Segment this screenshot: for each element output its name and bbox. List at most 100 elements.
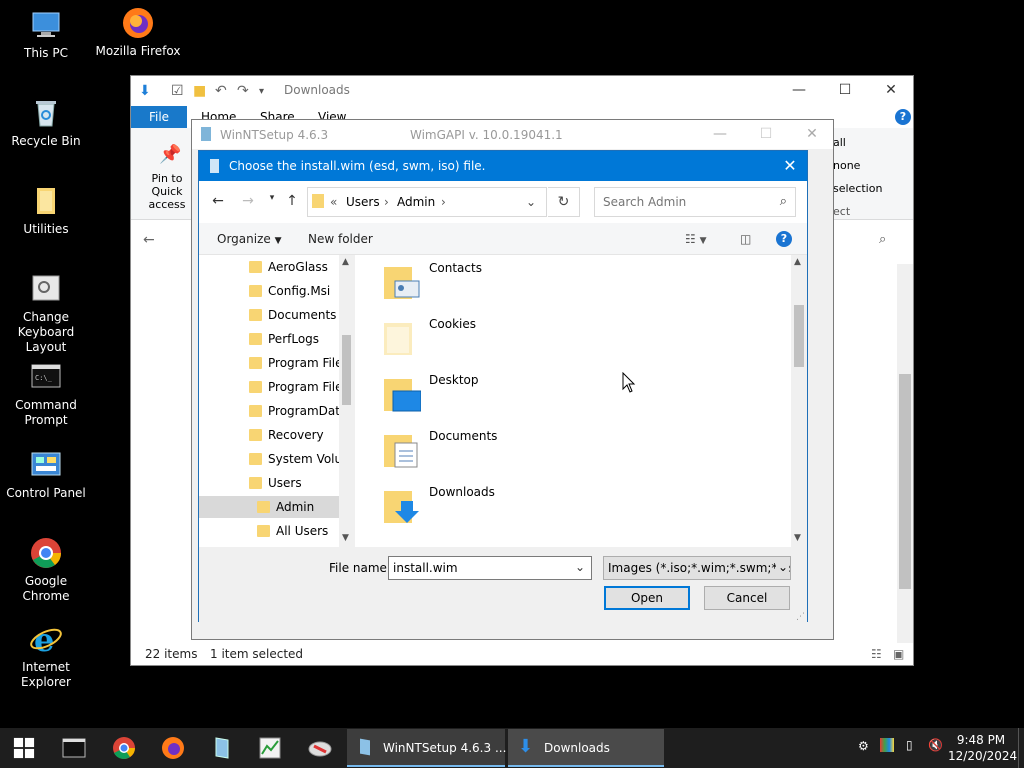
forward-button[interactable]: → — [239, 193, 257, 211]
tree-item[interactable]: System Volun — [199, 448, 339, 470]
command-prompt-icon[interactable] — [62, 736, 86, 760]
taskbar-clock[interactable]: 9:48 PM 12/20/2024 — [948, 732, 1017, 764]
desktop-icon-utilities[interactable]: Utilities — [0, 184, 92, 237]
redo-icon[interactable]: ↷ — [237, 83, 249, 99]
file-list[interactable]: Contacts Cookies Desktop Documents Downl… — [355, 255, 807, 547]
scrollbar-thumb[interactable] — [899, 374, 911, 589]
desktop-icon-internet-explorer[interactable]: e Internet Explorer — [0, 622, 92, 690]
winntsetup-close-button[interactable]: ✕ — [789, 120, 835, 150]
desktop-icon-control-panel[interactable]: Control Panel — [0, 448, 92, 501]
minimize-button[interactable]: — — [776, 76, 822, 106]
tree-item[interactable]: Program Files — [199, 376, 339, 398]
recent-locations-chevron-icon[interactable]: ▾ — [263, 193, 281, 211]
help-icon[interactable]: ? — [776, 231, 792, 247]
tree-item[interactable]: ProgramData — [199, 400, 339, 422]
list-item[interactable]: Desktop — [383, 371, 683, 421]
dialog-close-button[interactable]: ✕ — [773, 151, 807, 181]
volume-muted-icon[interactable]: 🔇 — [928, 738, 943, 752]
desktop-icon-command-prompt[interactable]: C:\_ Command Prompt — [0, 360, 92, 428]
scrollbar-thumb[interactable] — [794, 305, 804, 367]
up-button[interactable]: ↑ — [283, 193, 301, 211]
tree-item-selected[interactable]: Admin — [199, 496, 339, 518]
search-input[interactable] — [603, 194, 763, 210]
maximize-button[interactable]: ☐ — [822, 76, 868, 106]
refresh-button[interactable]: ↻ — [548, 187, 580, 217]
scroll-up-icon[interactable]: ▲ — [342, 257, 349, 267]
tree-item[interactable]: PerfLogs — [199, 328, 339, 350]
open-file-dialog[interactable]: Choose the install.wim (esd, swm, iso) f… — [198, 150, 808, 623]
search-icon[interactable]: ⌕ — [780, 194, 787, 209]
tree-item[interactable]: Config.Msi — [199, 280, 339, 302]
show-desktop-button[interactable] — [1018, 728, 1024, 768]
dialog-title-bar[interactable]: Choose the install.wim (esd, swm, iso) f… — [199, 151, 807, 181]
file-name-field[interactable]: ⌄ — [388, 556, 592, 580]
usb-eject-icon[interactable]: ▯ — [906, 738, 913, 752]
details-view-icon[interactable]: ☷ — [871, 647, 882, 661]
open-button[interactable]: Open — [604, 586, 690, 610]
tree-item[interactable]: Recovery — [199, 424, 339, 446]
back-button[interactable]: ← — [209, 193, 227, 211]
firefox-icon[interactable] — [161, 736, 185, 760]
desktop-icon-recycle-bin[interactable]: Recycle Bin — [0, 96, 92, 149]
view-options-icon[interactable]: ☷ ▼ — [685, 232, 707, 246]
winntsetup-title-bar[interactable]: WinNTSetup 4.6.3 WimGAPI v. 10.0.19041.1… — [192, 120, 833, 149]
desktop-icon-firefox[interactable]: Mozilla Firefox — [92, 6, 184, 59]
chrome-icon[interactable] — [112, 736, 136, 760]
tab-file[interactable]: File — [131, 106, 187, 128]
list-item[interactable]: Downloads — [383, 483, 683, 533]
chevron-down-icon[interactable]: ⌄ — [575, 560, 585, 574]
close-button[interactable]: ✕ — [868, 76, 914, 106]
explorer-title-bar[interactable]: ⬇ ☑ ■ ↶ ↷ ▾ Downloads — ☐ ✕ — [131, 76, 913, 106]
customize-chevron-icon[interactable]: ▾ — [259, 86, 264, 97]
list-item[interactable]: Cookies — [383, 315, 683, 365]
breadcrumb-users[interactable]: Users — [346, 195, 380, 209]
invert-selection-button[interactable]: selection — [833, 182, 882, 195]
resize-grip-icon[interactable]: ⋰ — [796, 612, 805, 622]
tree-item[interactable]: All Users — [199, 520, 339, 542]
tree-item[interactable]: Program Files — [199, 352, 339, 374]
winntsetup-maximize-button[interactable]: ☐ — [743, 120, 789, 150]
search-box[interactable]: ⌕ — [594, 187, 796, 217]
search-icon[interactable]: ⌕ — [879, 232, 886, 247]
display-icon[interactable] — [880, 738, 894, 752]
chart-tool-icon[interactable] — [258, 736, 282, 760]
back-arrow-icon[interactable]: ← — [143, 232, 155, 248]
preview-pane-icon[interactable]: ◫ — [740, 232, 751, 246]
address-bar[interactable]: « Users › Admin › ⌄ — [307, 187, 547, 217]
navigation-tree[interactable]: AeroGlass Config.Msi Documents a PerfLog… — [199, 255, 354, 547]
file-name-input[interactable] — [393, 561, 563, 575]
tree-item[interactable]: AeroGlass — [199, 256, 339, 278]
tree-item[interactable]: Users — [199, 472, 339, 494]
disk-tool-icon[interactable] — [308, 736, 332, 760]
tree-scrollbar[interactable]: ▲ ▼ — [339, 255, 354, 547]
taskbar-task-winntsetup[interactable]: WinNTSetup 4.6.3 ... — [347, 729, 506, 767]
scroll-down-icon[interactable]: ▼ — [794, 533, 801, 543]
tree-item[interactable]: Documents a — [199, 304, 339, 326]
organize-button[interactable]: Organize ▼ — [217, 232, 282, 246]
windows-start-icon[interactable] — [13, 737, 35, 759]
breadcrumb-prefix[interactable]: « — [330, 195, 337, 209]
list-item[interactable]: Contacts — [383, 259, 683, 309]
new-folder-button[interactable]: New folder — [308, 232, 373, 246]
address-dropdown-icon[interactable]: ⌄ — [526, 195, 536, 209]
undo-icon[interactable]: ↶ — [215, 83, 227, 99]
new-folder-icon[interactable]: ■ — [193, 83, 206, 99]
explorer-scrollbar[interactable] — [897, 264, 913, 646]
properties-icon[interactable]: ☑ — [171, 83, 184, 99]
select-none-button[interactable]: none — [833, 159, 860, 172]
desktop-icon-this-pc[interactable]: This PC — [0, 8, 92, 61]
desktop-icon-change-keyboard-layout[interactable]: Change Keyboard Layout — [0, 272, 92, 355]
help-icon[interactable]: ? — [895, 109, 911, 125]
scrollbar-thumb[interactable] — [342, 335, 351, 405]
large-icons-view-icon[interactable]: ▣ — [893, 647, 904, 661]
file-type-select[interactable]: Images (*.iso;*.wim;*.swm;*.esd ⌄ — [603, 556, 791, 580]
winntsetup-minimize-button[interactable]: — — [697, 120, 743, 150]
network-settings-icon[interactable]: ⚙ — [858, 739, 869, 753]
scroll-up-icon[interactable]: ▲ — [794, 257, 801, 267]
winntsetup-icon[interactable] — [210, 736, 234, 760]
scroll-down-icon[interactable]: ▼ — [342, 533, 349, 543]
taskbar-task-downloads[interactable]: ⬇ Downloads — [508, 729, 664, 767]
cancel-button[interactable]: Cancel — [704, 586, 790, 610]
pin-quick-access-button[interactable]: Pin to Quick access — [137, 172, 197, 211]
breadcrumb-admin[interactable]: Admin — [397, 195, 435, 209]
